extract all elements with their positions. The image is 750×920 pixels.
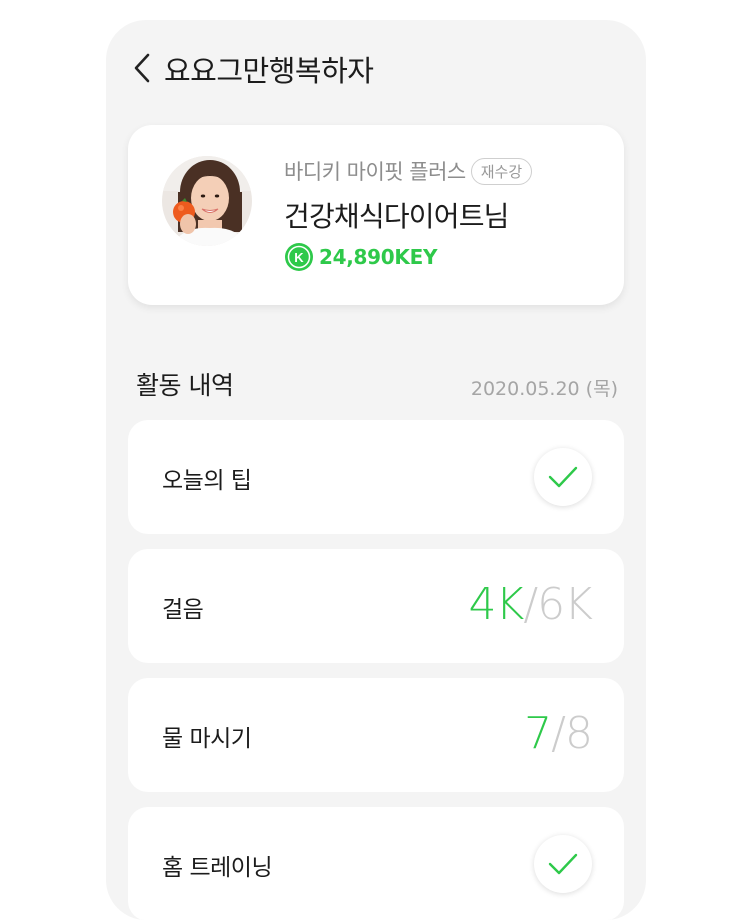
- back-button[interactable]: [128, 50, 160, 86]
- key-balance: K 24,890KEY: [284, 242, 437, 272]
- progress-current: 4K: [468, 579, 524, 630]
- page-title: 요요그만행복하자: [164, 54, 374, 88]
- phone-screen: 요요그만행복하자 바디키 마이핏 플러스 재수강 건강채식다이어트님 K 24,…: [106, 20, 646, 920]
- checkmark-icon: [548, 853, 578, 875]
- program-row: 바디키 마이핏 플러스 재수강: [284, 155, 533, 187]
- svg-text:K: K: [294, 250, 304, 265]
- progress-total: 6K: [537, 579, 593, 630]
- section-title: 활동 내역: [136, 371, 234, 400]
- section-date: 2020.05.20 (목): [470, 378, 618, 400]
- avatar: [162, 156, 252, 246]
- checkmark-icon: [548, 466, 578, 488]
- progress-value: 7/8: [524, 704, 593, 764]
- progress-value: 4K/6K: [468, 575, 593, 635]
- program-name: 바디키 마이핏 플러스: [284, 160, 466, 184]
- check-status: [534, 835, 592, 893]
- activity-label: 걸음: [162, 597, 204, 623]
- status-badge: 재수강: [470, 157, 533, 185]
- activity-card-steps[interactable]: 걸음 4K/6K: [128, 549, 624, 663]
- progress-separator: /: [551, 708, 566, 759]
- key-coin-icon: K: [285, 243, 313, 271]
- progress-current: 7: [524, 708, 552, 759]
- key-amount: 24,890KEY: [319, 245, 438, 269]
- activity-label: 오늘의 팁: [162, 468, 252, 494]
- header: 요요그만행복하자: [106, 20, 646, 116]
- activity-card-training[interactable]: 홈 트레이닝: [128, 807, 624, 920]
- check-status: [534, 448, 592, 506]
- activity-label: 홈 트레이닝: [162, 855, 273, 881]
- chevron-left-icon: [134, 53, 150, 83]
- activity-card-water[interactable]: 물 마시기 7/8: [128, 678, 624, 792]
- activity-label: 물 마시기: [162, 726, 252, 752]
- activity-card-tip[interactable]: 오늘의 팁: [128, 420, 624, 534]
- progress-total: 8: [565, 708, 593, 759]
- profile-card[interactable]: 바디키 마이핏 플러스 재수강 건강채식다이어트님 K 24,890KEY: [128, 125, 624, 305]
- user-name: 건강채식다이어트님: [284, 200, 509, 233]
- progress-separator: /: [523, 579, 538, 630]
